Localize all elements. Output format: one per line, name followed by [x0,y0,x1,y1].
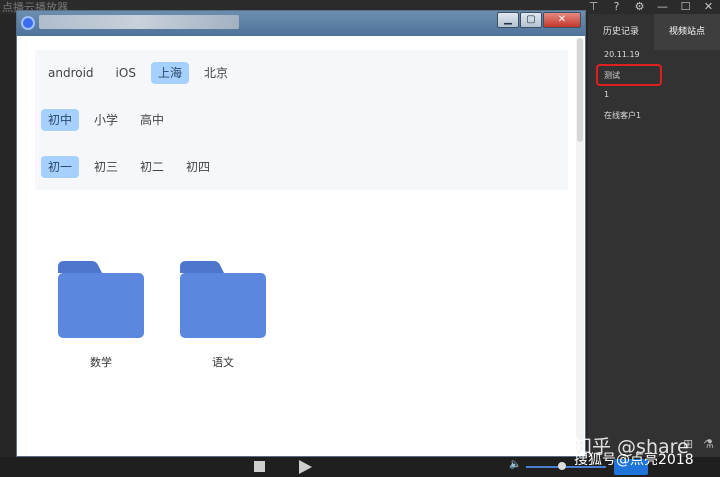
help-icon[interactable]: ? [605,0,628,14]
filter-row-grade: 初一 初三 初二 初四 [41,156,217,178]
folder-label: 语文 [212,356,234,369]
filter-row-stage: 初中 小学 高中 [41,109,171,131]
play-icon[interactable] [299,460,312,474]
watermark-sohu: 搜狐号@点亮2018 [574,452,694,468]
content-area: android iOS 上海 北京 初中 小学 高中 初一 初三 初二 初四 数… [17,36,585,456]
filter-chip[interactable]: 高中 [133,109,171,131]
filter-chip[interactable]: 初四 [179,156,217,178]
scrollbar[interactable] [576,38,584,454]
maximize-icon[interactable]: ☐ [674,0,697,14]
tab-video-sites[interactable]: 视频站点 [654,14,720,50]
volume-icon[interactable]: 🔈 [509,459,521,470]
filter-row-platform: android iOS 上海 北京 [41,62,235,84]
maximize-button[interactable]: ▢ [520,12,542,28]
close-icon[interactable]: ✕ [697,0,720,14]
folder-label: 数学 [90,356,112,369]
inner-window: ▁ ▢ ✕ android iOS 上海 北京 初中 小学 高中 初一 初三 初… [16,10,586,457]
filter-chip[interactable]: iOS [109,62,143,84]
filter-chip[interactable]: 初二 [133,156,171,178]
inner-window-controls: ▁ ▢ ✕ [497,12,581,28]
minimize-button[interactable]: ▁ [497,12,519,28]
filter-chip-selected[interactable]: 初一 [41,156,80,178]
host-window-controls: ⊤ ? ⚙ — ☐ ✕ [582,0,720,14]
scroll-thumb[interactable] [577,38,583,142]
folder-item-math[interactable]: 数学 [58,261,144,369]
folder-icon [180,261,266,338]
blurred-title [39,15,239,29]
tab-history[interactable]: 历史记录 [588,14,654,50]
filter-chip[interactable]: 小学 [87,109,125,131]
settings-icon[interactable]: ⚙ [628,0,651,14]
volume-knob[interactable] [558,462,566,470]
list-item[interactable]: 20.11.19 [604,50,640,59]
minimize-icon[interactable]: — [651,0,674,14]
filter-chip[interactable]: android [41,62,101,84]
filter-chip[interactable]: 初三 [87,156,125,178]
filter-chip-selected[interactable]: 初中 [41,109,80,131]
stop-icon[interactable] [254,461,265,472]
inner-titlebar[interactable]: ▁ ▢ ✕ [17,11,585,36]
app-logo-icon [21,16,35,30]
filter-panel: android iOS 上海 北京 初中 小学 高中 初一 初三 初二 初四 [35,50,568,190]
list-item[interactable]: 1 [604,90,609,99]
panel-tabs: 历史记录 视频站点 [588,14,720,50]
flask-icon[interactable]: ⚗ [703,437,714,451]
highlight-box [596,64,662,86]
list-item[interactable]: 在线客户1 [604,110,641,121]
filter-chip[interactable]: 北京 [197,62,235,84]
player-app: 点播云播放器 ⊤ ? ⚙ — ☐ ✕ 历史记录 视频站点 20.11.19 测试… [0,0,720,477]
close-button[interactable]: ✕ [543,12,581,28]
folder-icon [58,261,144,338]
filter-chip-selected[interactable]: 上海 [150,62,189,84]
folder-item-chinese[interactable]: 语文 [180,261,266,369]
